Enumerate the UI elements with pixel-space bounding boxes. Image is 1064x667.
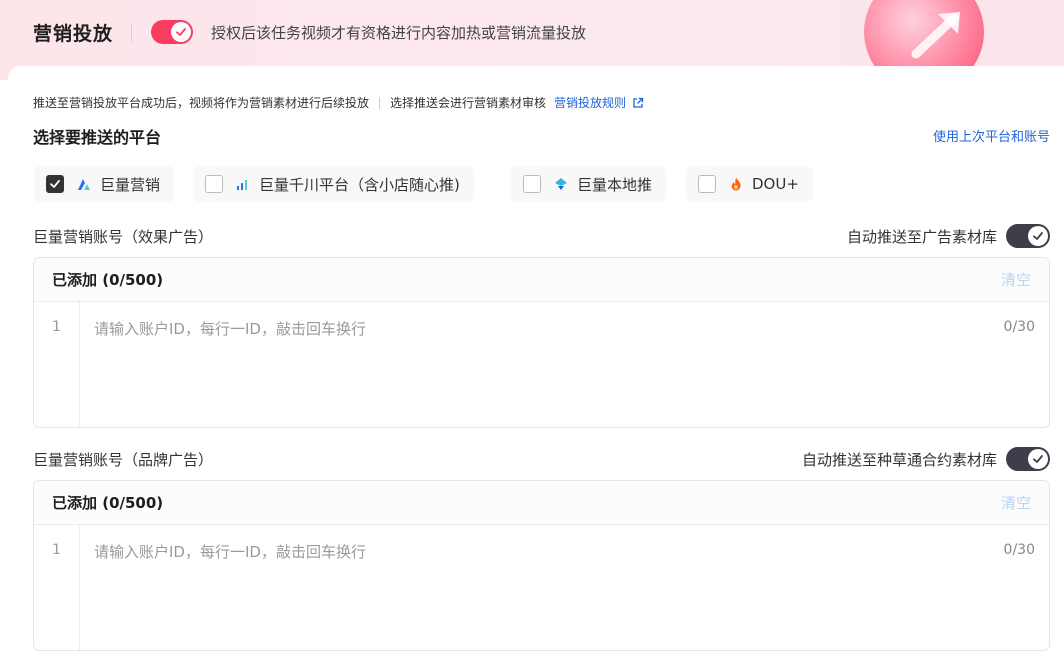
title-divider	[131, 24, 132, 42]
juliang-marketing-logo-icon	[76, 176, 92, 192]
auto-push-contract-library: 自动推送至种草通合约素材库	[802, 447, 1050, 471]
line-gutter: 1	[34, 302, 80, 427]
hint-text-1: 推送至营销投放平台成功后，视频将作为营销素材进行后续投放	[33, 96, 370, 110]
platform-option-juliang[interactable]: 巨量营销	[34, 166, 175, 202]
auto-push-label: 自动推送至广告素材库	[846, 227, 997, 246]
account-id-placeholder: 请输入账户ID，每行一ID，敲击回车换行	[94, 543, 366, 561]
added-count: 已添加 (0/500)	[52, 494, 164, 512]
clear-button[interactable]: 清空	[1001, 492, 1031, 513]
line-number: 1	[52, 319, 61, 335]
check-icon	[176, 28, 186, 36]
check-icon	[1033, 455, 1043, 463]
account-box-header: 已添加 (0/500) 清空	[34, 481, 1049, 525]
clear-button[interactable]: 清空	[1001, 269, 1031, 290]
line-gutter: 1	[34, 525, 80, 650]
auto-push-ad-library: 自动推送至广告素材库	[847, 224, 1050, 248]
platform-option-dou-plus[interactable]: DOU+	[686, 166, 813, 202]
checkbox-unchecked[interactable]	[523, 175, 541, 193]
auto-push-contract-library-toggle[interactable]	[1006, 447, 1050, 471]
platform-label: 巨量营销	[100, 175, 161, 194]
account-id-textarea[interactable]: 1 请输入账户ID，每行一ID，敲击回车换行 0/30	[34, 302, 1049, 427]
hint-divider	[379, 96, 381, 109]
hint-text-2: 选择推送会进行营销素材审核	[390, 96, 547, 110]
account-id-input-box-performance: 已添加 (0/500) 清空 1 请输入账户ID，每行一ID，敲击回车换行 0/…	[33, 257, 1050, 428]
auto-push-ad-library-toggle[interactable]	[1006, 224, 1050, 248]
account-label-brand: 巨量营销账号（品牌广告）	[33, 451, 214, 469]
dou-plus-flame-icon	[728, 176, 744, 192]
checkbox-checked[interactable]	[46, 175, 64, 193]
platform-section-title: 选择要推送的平台	[33, 128, 162, 147]
added-count: 已添加 (0/500)	[52, 271, 164, 289]
marketing-rules-link[interactable]: 营销投放规则	[554, 94, 626, 111]
line-counter: 0/30	[1003, 319, 1035, 335]
page-title: 营销投放	[33, 23, 114, 45]
checkbox-unchecked[interactable]	[698, 175, 716, 193]
growth-arrow-icon	[911, 12, 960, 59]
marketing-authorization-toggle[interactable]	[151, 20, 193, 44]
line-number: 1	[52, 542, 61, 558]
push-hint: 推送至营销投放平台成功后，视频将作为营销素材进行后续投放 选择推送会进行营销素材…	[33, 94, 644, 111]
external-link-icon[interactable]	[632, 97, 644, 109]
platform-label: 巨量千川平台（含小店随心推)	[259, 175, 460, 194]
check-icon	[1033, 232, 1043, 240]
account-label-performance: 巨量营销账号（效果广告）	[33, 228, 214, 246]
checkbox-unchecked[interactable]	[205, 175, 223, 193]
platform-label: DOU+	[752, 175, 799, 193]
platform-label: 巨量本地推	[577, 175, 653, 194]
line-counter: 0/30	[1003, 542, 1035, 558]
account-id-textarea[interactable]: 1 请输入账户ID，每行一ID，敲击回车换行 0/30	[34, 525, 1049, 650]
toggle-knob	[171, 22, 191, 42]
toggle-knob	[1028, 449, 1048, 469]
qianchuan-logo-icon	[235, 176, 251, 192]
use-last-platform-link[interactable]: 使用上次平台和账号	[933, 126, 1050, 145]
platform-option-local-push[interactable]: 巨量本地推	[511, 166, 667, 202]
check-icon	[50, 179, 60, 188]
account-box-header: 已添加 (0/500) 清空	[34, 258, 1049, 302]
account-id-input-box-brand: 已添加 (0/500) 清空 1 请输入账户ID，每行一ID，敲击回车换行 0/…	[33, 480, 1050, 651]
local-push-logo-icon	[553, 176, 569, 192]
toggle-knob	[1028, 226, 1048, 246]
account-id-placeholder: 请输入账户ID，每行一ID，敲击回车换行	[94, 320, 366, 338]
header-description: 授权后该任务视频才有资格进行内容加热或营销流量投放	[211, 24, 587, 42]
auto-push-label: 自动推送至种草通合约素材库	[801, 450, 997, 469]
platform-option-qianchuan[interactable]: 巨量千川平台（含小店随心推)	[193, 166, 474, 202]
